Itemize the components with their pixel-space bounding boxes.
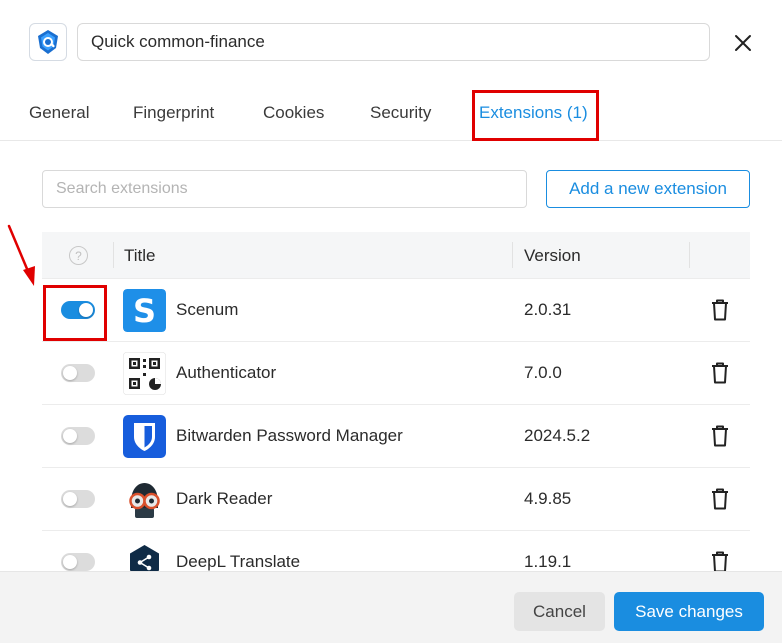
column-version: Version bbox=[524, 246, 581, 265]
column-title: Title bbox=[124, 246, 156, 265]
toggle-highlight-box bbox=[43, 285, 107, 341]
save-changes-button[interactable]: Save changes bbox=[614, 592, 764, 631]
deepl-icon bbox=[123, 541, 166, 572]
table-row: Dark Reader 4.9.85 bbox=[42, 468, 750, 531]
extension-toggle[interactable] bbox=[61, 427, 95, 445]
toggle-knob bbox=[63, 555, 77, 569]
table-row: S Scenum 2.0.31 bbox=[42, 279, 750, 342]
extension-name: Dark Reader bbox=[176, 489, 273, 508]
add-extension-button[interactable]: Add a new extension bbox=[546, 170, 750, 208]
toggle-knob bbox=[63, 366, 77, 380]
table-row: DeepL Translate 1.19.1 bbox=[42, 531, 750, 572]
scenum-icon: S bbox=[123, 289, 166, 332]
extension-version: 1.19.1 bbox=[524, 552, 572, 571]
help-icon[interactable]: ? bbox=[69, 246, 88, 265]
extension-version: 4.9.85 bbox=[524, 489, 572, 508]
tab-highlight-box bbox=[472, 90, 599, 141]
extension-name: Bitwarden Password Manager bbox=[176, 426, 403, 445]
search-extensions-input[interactable] bbox=[42, 170, 527, 208]
trash-icon[interactable] bbox=[709, 550, 731, 572]
column-divider bbox=[113, 242, 114, 268]
dialog-header bbox=[0, 0, 782, 85]
trash-icon[interactable] bbox=[709, 487, 731, 511]
toggle-knob bbox=[63, 429, 77, 443]
extension-toggle[interactable] bbox=[61, 490, 95, 508]
tab-bar: General Fingerprint Cookies Security Ext… bbox=[0, 85, 782, 141]
extension-name: Scenum bbox=[176, 300, 239, 319]
close-icon[interactable] bbox=[730, 30, 756, 56]
dialog-footer: Cancel Save changes bbox=[0, 571, 782, 643]
extension-version: 2.0.31 bbox=[524, 300, 572, 319]
tab-cookies[interactable]: Cookies bbox=[263, 103, 324, 123]
table-row: Bitwarden Password Manager 2024.5.2 bbox=[42, 405, 750, 468]
table-header: ? Title Version bbox=[42, 232, 750, 279]
annotation-arrow-icon bbox=[7, 224, 35, 286]
column-divider bbox=[689, 242, 690, 268]
dark-reader-icon bbox=[123, 478, 166, 521]
extensions-table: ? Title Version S Scenum 2.0.31 Authenti… bbox=[42, 232, 750, 572]
tab-fingerprint[interactable]: Fingerprint bbox=[133, 103, 214, 123]
extension-toggle[interactable] bbox=[61, 364, 95, 382]
extension-version: 7.0.0 bbox=[524, 363, 562, 382]
app-logo-icon bbox=[29, 23, 67, 61]
column-divider bbox=[512, 242, 513, 268]
trash-icon[interactable] bbox=[709, 298, 731, 322]
extension-toggle[interactable] bbox=[61, 553, 95, 571]
extension-version: 2024.5.2 bbox=[524, 426, 591, 445]
profile-name-input[interactable] bbox=[77, 23, 710, 61]
bitwarden-icon bbox=[123, 415, 166, 458]
trash-icon[interactable] bbox=[709, 424, 731, 448]
tab-general[interactable]: General bbox=[29, 103, 89, 123]
cancel-button[interactable]: Cancel bbox=[514, 592, 605, 631]
extension-name: Authenticator bbox=[176, 363, 277, 382]
tab-security[interactable]: Security bbox=[370, 103, 431, 123]
svg-text:S: S bbox=[133, 292, 156, 330]
trash-icon[interactable] bbox=[709, 361, 731, 385]
authenticator-icon bbox=[123, 352, 166, 395]
toggle-knob bbox=[63, 492, 77, 506]
table-row: Authenticator 7.0.0 bbox=[42, 342, 750, 405]
extension-name: DeepL Translate bbox=[176, 552, 301, 571]
